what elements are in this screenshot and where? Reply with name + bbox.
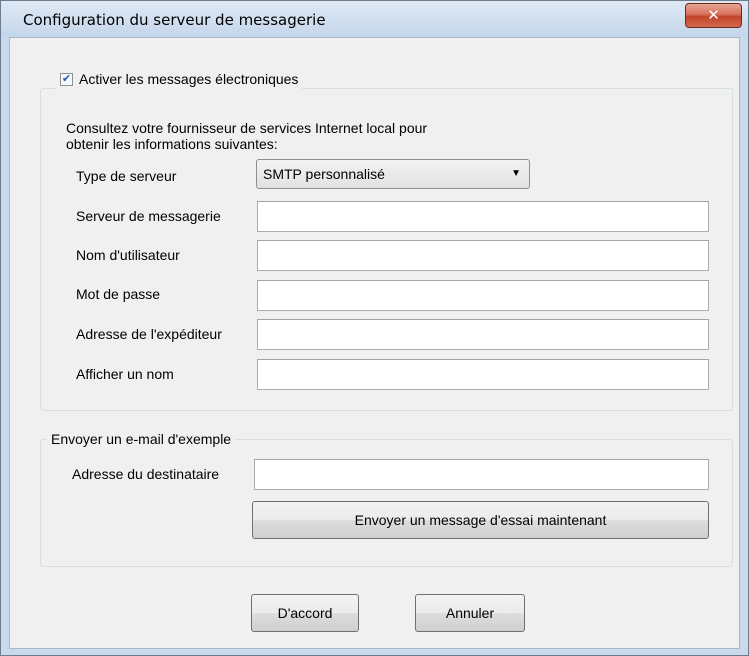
chevron-down-icon: ▼ bbox=[511, 168, 521, 179]
dialog-body: ✔ Activer les messages électroniques Con… bbox=[9, 37, 740, 649]
password-label: Mot de passe bbox=[76, 286, 161, 302]
test-email-group-title: Envoyer un e-mail d'exemple bbox=[47, 429, 236, 449]
sender-address-label: Adresse de l'expéditeur bbox=[76, 326, 222, 342]
info-line-2: obtenir les informations suivantes: bbox=[66, 136, 278, 152]
ok-button[interactable]: D'accord bbox=[251, 594, 359, 632]
password-input[interactable] bbox=[257, 280, 709, 311]
sender-address-input[interactable] bbox=[257, 319, 709, 350]
window-title: Configuration du serveur de messagerie bbox=[23, 11, 326, 29]
checkbox-checked-icon: ✔ bbox=[60, 72, 73, 86]
dialog-window: Configuration du serveur de messagerie ✕… bbox=[0, 0, 749, 656]
close-button[interactable]: ✕ bbox=[685, 3, 742, 28]
title-bar[interactable]: Configuration du serveur de messagerie ✕ bbox=[1, 1, 748, 37]
cancel-button[interactable]: Annuler bbox=[415, 594, 525, 632]
display-name-label: Afficher un nom bbox=[76, 366, 174, 382]
info-text: Consultez votre fournisseur de services … bbox=[66, 120, 427, 152]
server-type-dropdown[interactable]: SMTP personnalisé ▼ bbox=[256, 159, 530, 189]
username-label: Nom d'utilisateur bbox=[76, 247, 180, 263]
info-line-1: Consultez votre fournisseur de services … bbox=[66, 120, 428, 136]
server-type-value: SMTP personnalisé bbox=[263, 166, 385, 182]
recipient-label: Adresse du destinataire bbox=[72, 466, 220, 482]
mail-server-input[interactable] bbox=[257, 201, 709, 232]
mail-server-label: Serveur de messagerie bbox=[76, 208, 221, 224]
close-icon: ✕ bbox=[707, 6, 720, 24]
server-type-label: Type de serveur bbox=[76, 168, 177, 184]
display-name-input[interactable] bbox=[257, 359, 709, 390]
send-test-message-button[interactable]: Envoyer un message d'essai maintenant bbox=[252, 501, 709, 539]
username-input[interactable] bbox=[257, 240, 709, 271]
recipient-input[interactable] bbox=[254, 459, 709, 490]
enable-email-label: Activer les messages électroniques bbox=[79, 71, 299, 87]
enable-email-checkbox[interactable]: ✔ Activer les messages électroniques bbox=[56, 69, 303, 89]
